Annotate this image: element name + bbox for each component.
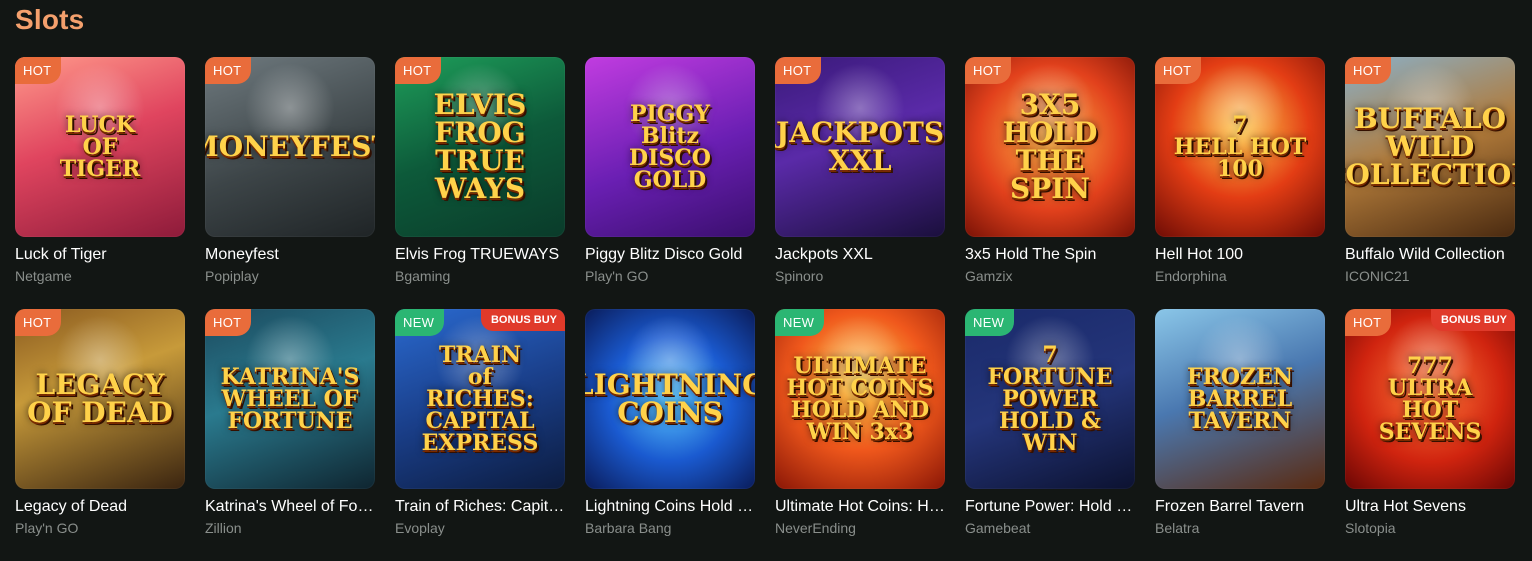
game-badge: NEW [775,309,825,336]
game-provider: Play'n GO [15,520,79,536]
game-badge: HOT [775,57,822,84]
game-title[interactable]: Hell Hot 100 [1155,246,1325,264]
game-badge: HOT [965,57,1012,84]
game-badge: HOT [205,309,252,336]
game-card[interactable]: KATRINA'S WHEEL OF FORTUNE HOT Katrina's W… [205,309,375,561]
game-card[interactable]: LUCK OF TIGER HOT Luck of Tiger Netgame [15,57,185,309]
game-thumbnail[interactable]: FROZEN BARREL TAVERN [1155,309,1325,489]
game-card[interactable]: ELVIS FROG TRUE WAYS HOT Elvis Frog TRUEWA… [395,57,565,309]
game-badge: NEW [395,309,445,336]
game-badge: NEW [965,309,1015,336]
game-card[interactable]: ULTIMATE HOT COINS HOLD AND WIN 3x3 NEW Ul… [775,309,945,561]
game-logo: 7 HELL HOT 100 [1173,112,1307,182]
game-card[interactable]: PIGGY Blitz DISCO GOLD Piggy Blitz Disco … [585,57,755,309]
game-thumbnail[interactable]: MONEYFEST HOT [205,57,375,237]
game-thumbnail[interactable]: TRAIN of RICHES: CAPITAL EXPRESS NEW BONUS… [395,309,565,489]
game-logo: LIGHTNING COINS [585,368,755,429]
bonus-buy-badge: BONUS BUY [1430,309,1515,331]
game-provider: Belatra [1155,520,1200,536]
game-logo: LUCK OF TIGER [59,112,141,182]
game-thumbnail[interactable]: 7 FORTUNE POWER HOLD & WIN NEW [965,309,1135,489]
game-logo: PIGGY Blitz DISCO GOLD [629,101,711,193]
game-title[interactable]: Fortune Power: Hold and Win [965,498,1135,516]
game-card[interactable]: 7 HELL HOT 100 HOT Hell Hot 100 Endorphina [1155,57,1325,309]
game-card[interactable]: 777 ULTRA HOT SEVENS HOT BONUS BUY Ultra Ho… [1345,309,1515,561]
game-title[interactable]: Frozen Barrel Tavern [1155,498,1325,516]
game-title[interactable]: Luck of Tiger [15,246,185,264]
game-thumbnail[interactable]: KATRINA'S WHEEL OF FORTUNE HOT [205,309,375,489]
game-thumbnail[interactable]: JACKPOTS XXL HOT [775,57,945,237]
game-logo: ELVIS FROG TRUE WAYS [433,88,527,205]
game-thumbnail[interactable]: LUCK OF TIGER HOT [15,57,185,237]
game-provider: Spinoro [775,268,824,284]
game-badge: HOT [15,309,62,336]
game-provider: Zillion [205,520,242,536]
game-title[interactable]: Moneyfest [205,246,375,264]
game-title[interactable]: Lightning Coins Hold and Win [585,498,755,516]
game-title[interactable]: Jackpots XXL [775,246,945,264]
game-card[interactable]: MONEYFEST HOT Moneyfest Popiplay [205,57,375,309]
game-logo: 7 FORTUNE POWER HOLD & WIN [987,342,1113,456]
game-badge: HOT [205,57,252,84]
game-badge: HOT [395,57,442,84]
game-provider: Gamzix [965,268,1013,284]
game-provider: Slotopia [1345,520,1396,536]
game-badge: HOT [1345,57,1392,84]
game-logo: LEGACY OF DEAD [27,368,173,429]
game-card[interactable]: 7 FORTUNE POWER HOLD & WIN NEW Fortune Pow… [965,309,1135,561]
game-provider: Netgame [15,268,72,284]
games-grid: LUCK OF TIGER HOT Luck of Tiger Netgame MONE… [15,57,1515,561]
game-provider: Barbara Bang [585,520,672,536]
game-provider: Gamebeat [965,520,1031,536]
section-title: Slots [15,4,85,35]
game-logo: MONEYFEST [205,130,375,163]
game-card[interactable]: BUFFALO WILD COLLECTION HOT Buffalo Wild C… [1345,57,1515,309]
game-logo: JACKPOTS XXL [775,116,945,177]
game-thumbnail[interactable]: BUFFALO WILD COLLECTION HOT [1345,57,1515,237]
game-title[interactable]: Legacy of Dead [15,498,185,516]
game-logo: BUFFALO WILD COLLECTION [1345,102,1515,191]
game-thumbnail[interactable]: 3X5 HOLD THE SPIN HOT [965,57,1135,237]
game-title[interactable]: Ultimate Hot Coins: Hold and Win [775,498,945,516]
game-logo: 777 ULTRA HOT SEVENS [1378,353,1482,445]
game-card[interactable]: 3X5 HOLD THE SPIN HOT 3x5 Hold The Spin Gam… [965,57,1135,309]
game-thumbnail[interactable]: LIGHTNING COINS [585,309,755,489]
game-thumbnail[interactable]: ELVIS FROG TRUE WAYS HOT [395,57,565,237]
game-title[interactable]: Ultra Hot Sevens [1345,498,1515,516]
game-card[interactable]: JACKPOTS XXL HOT Jackpots XXL Spinoro [775,57,945,309]
game-logo: KATRINA'S WHEEL OF FORTUNE [220,364,360,434]
game-card[interactable]: FROZEN BARREL TAVERN Frozen Barrel Tavern… [1155,309,1325,561]
game-title[interactable]: Elvis Frog TRUEWAYS [395,246,565,264]
bonus-buy-badge: BONUS BUY [480,309,565,331]
game-card[interactable]: LEGACY OF DEAD HOT Legacy of Dead Play'n GO [15,309,185,561]
game-title[interactable]: Katrina's Wheel of Fortune [205,498,375,516]
game-logo: FROZEN BARREL TAVERN [1186,364,1293,434]
game-card[interactable]: TRAIN of RICHES: CAPITAL EXPRESS NEW BONUS… [395,309,565,561]
game-badge: HOT [1345,309,1392,336]
game-provider: Bgaming [395,268,451,284]
game-title[interactable]: Piggy Blitz Disco Gold [585,246,755,264]
game-logo: 3X5 HOLD THE SPIN [1002,88,1098,205]
game-thumbnail[interactable]: ULTIMATE HOT COINS HOLD AND WIN 3x3 NEW [775,309,945,489]
game-badge: HOT [1155,57,1202,84]
game-title[interactable]: Buffalo Wild Collection [1345,246,1515,264]
game-provider: Popiplay [205,268,259,284]
game-thumbnail[interactable]: 777 ULTRA HOT SEVENS HOT BONUS BUY [1345,309,1515,489]
game-provider: Play'n GO [585,268,649,284]
game-provider: Evoplay [395,520,445,536]
game-provider: ICONIC21 [1345,268,1410,284]
game-thumbnail[interactable]: 7 HELL HOT 100 HOT [1155,57,1325,237]
game-thumbnail[interactable]: LEGACY OF DEAD HOT [15,309,185,489]
game-title[interactable]: Train of Riches: Capital Express [395,498,565,516]
game-thumbnail[interactable]: PIGGY Blitz DISCO GOLD [585,57,755,237]
game-provider: NeverEnding [775,520,856,536]
game-title[interactable]: 3x5 Hold The Spin [965,246,1135,264]
game-provider: Endorphina [1155,268,1227,284]
game-badge: HOT [15,57,62,84]
game-logo: TRAIN of RICHES: CAPITAL EXPRESS [421,342,539,456]
game-card[interactable]: LIGHTNING COINS Lightning Coins Hold and … [585,309,755,561]
game-logo: ULTIMATE HOT COINS HOLD AND WIN 3x3 [786,353,934,445]
